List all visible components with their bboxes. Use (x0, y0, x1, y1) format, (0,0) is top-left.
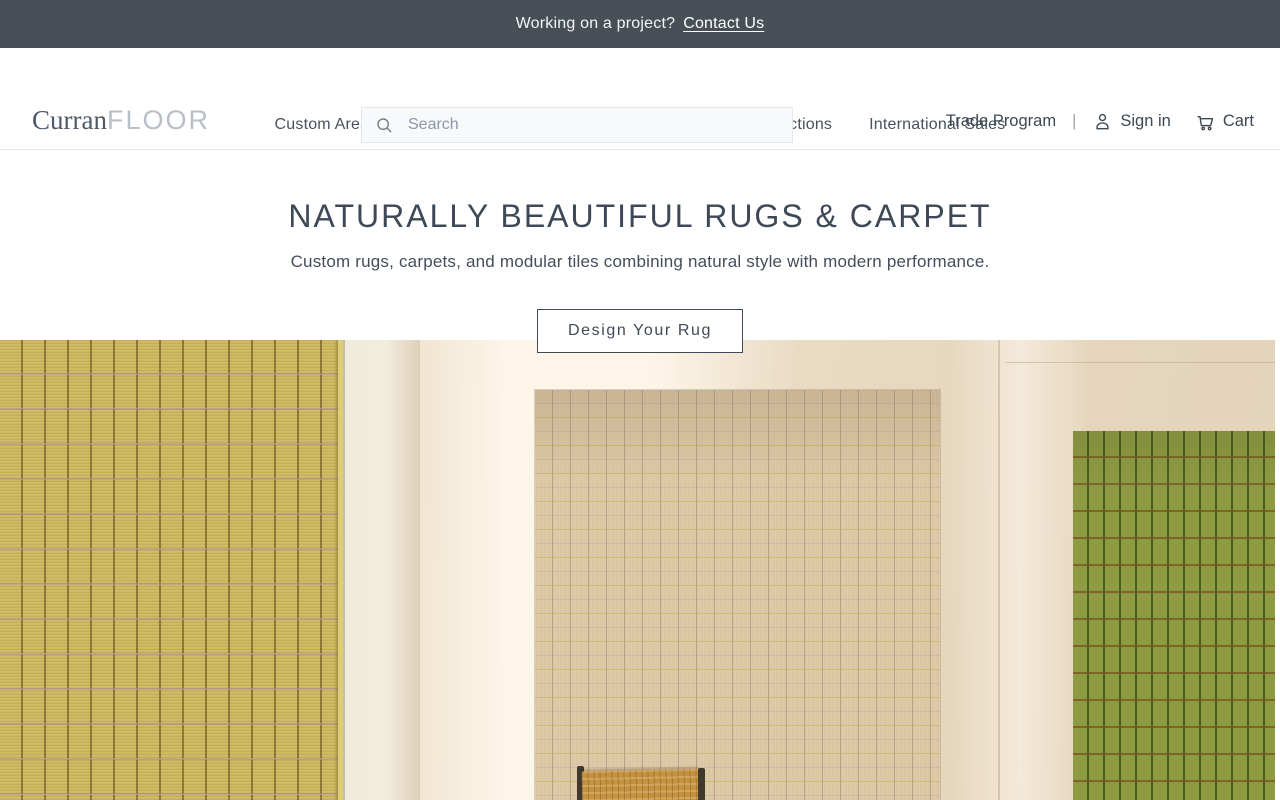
logo-curran: Curran (32, 105, 107, 135)
search-box[interactable] (361, 107, 793, 143)
cart-label: Cart (1222, 112, 1254, 130)
search-input[interactable] (408, 116, 780, 134)
page-title: NATURALLY BEAUTIFUL RUGS & CARPET (288, 198, 992, 234)
actions-divider: | (1072, 112, 1077, 130)
wall-pillar (343, 340, 420, 800)
header-actions: Trade Program | Sign in Cart (946, 111, 1254, 132)
rug-left-yellow-plaid (0, 340, 343, 800)
wall-molding-line (1005, 362, 1280, 363)
user-icon (1096, 113, 1109, 130)
header: CurranFLOOR Trade Program | Sign in Cart (0, 48, 1280, 143)
hero-subtitle: Custom rugs, carpets, and modular tiles … (290, 252, 990, 271)
rug-middle-beige-grid (535, 390, 940, 800)
trade-program-link[interactable]: Trade Program (946, 112, 1056, 131)
wall-light-patch-right (950, 340, 1090, 800)
cart-button[interactable]: Cart (1195, 111, 1254, 132)
design-your-rug-button[interactable]: Design Your Rug (536, 309, 744, 353)
announcement-bar: Working on a project? Contact Us (0, 0, 1280, 48)
wall-corner-line (998, 340, 1000, 800)
logo-floor: FLOOR (106, 105, 210, 135)
rug-right-green-check (1073, 431, 1275, 800)
logo[interactable]: CurranFLOOR (32, 105, 210, 135)
search-icon (377, 118, 392, 133)
hero-section: NATURALLY BEAUTIFUL RUGS & CARPET Custom… (0, 150, 1280, 353)
wicker-chair (575, 764, 707, 800)
sign-in-button[interactable]: Sign in (1092, 111, 1171, 132)
announcement-text: Working on a project? (515, 15, 676, 32)
chair-back-wicker (581, 768, 701, 800)
contact-us-link[interactable]: Contact Us (683, 15, 764, 33)
image-right-edge (1275, 340, 1280, 800)
sign-in-label: Sign in (1120, 112, 1171, 130)
cart-icon (1197, 115, 1214, 131)
chair-post-right (698, 768, 705, 800)
hero-image (0, 340, 1280, 800)
